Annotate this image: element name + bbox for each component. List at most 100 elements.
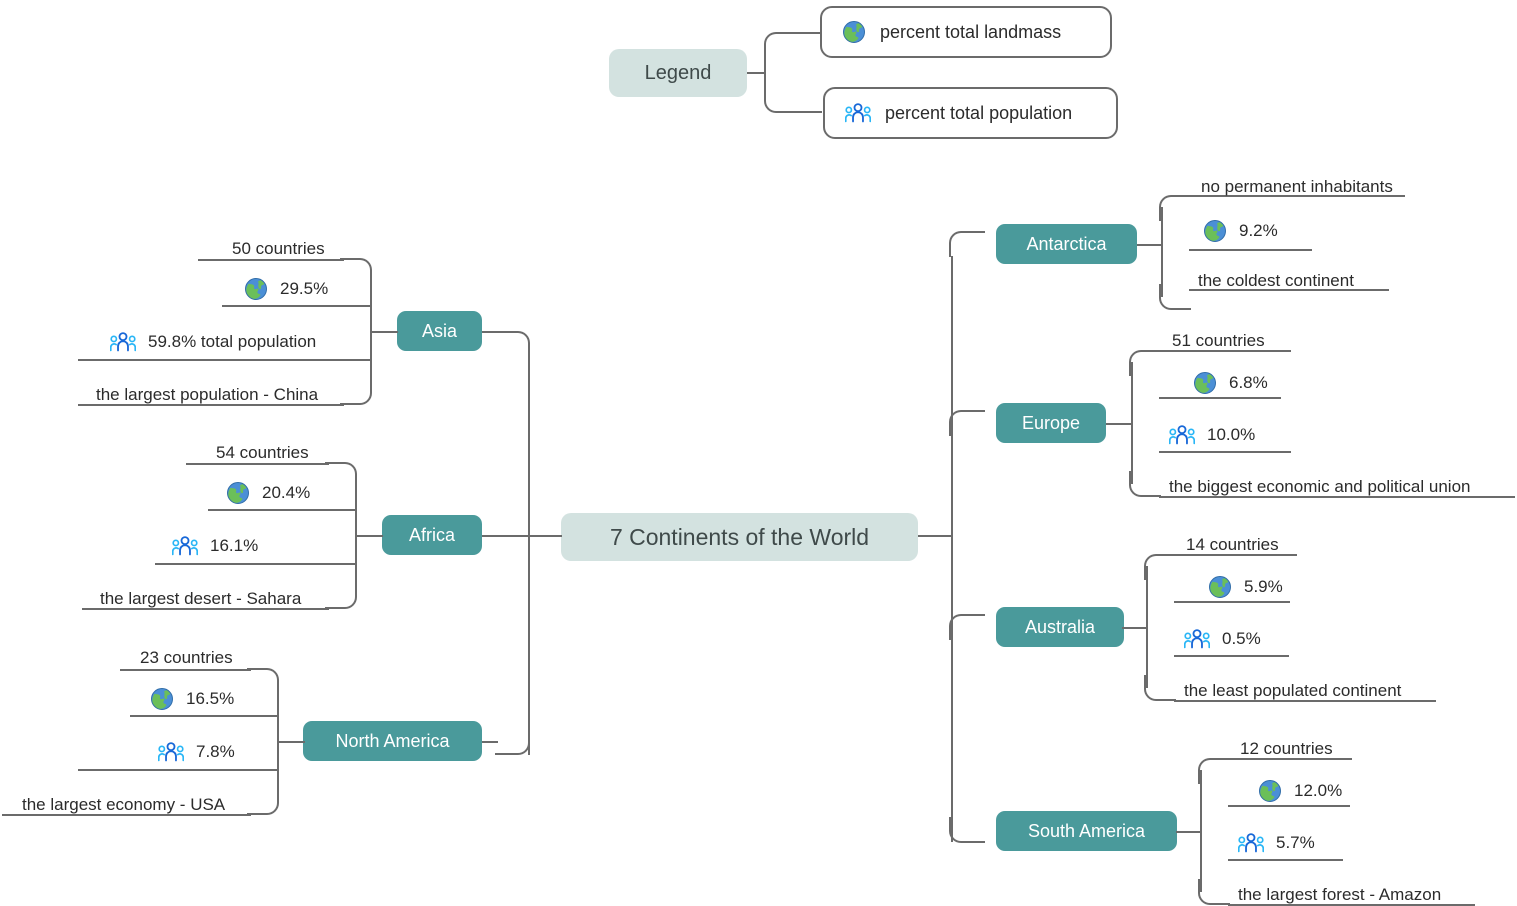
branch-node-south-america-label: South America (1027, 820, 1146, 841)
branch-node-asia[interactable]: Asia (397, 311, 482, 351)
mindmap-canvas: Legend percent total landmass percent to… (0, 0, 1517, 906)
australia-leaf-1[interactable]: 5.9% (1208, 570, 1283, 604)
globe-icon (1193, 371, 1217, 395)
australia-leaf-3[interactable]: the least populated continent (1184, 674, 1401, 708)
globe-icon (150, 687, 174, 711)
people-icon (157, 742, 185, 762)
africa-leaf-1[interactable]: 20.4% (226, 476, 310, 510)
southamerica-leaf-1-label: 12.0% (1294, 781, 1343, 800)
antarctica-leaf-2[interactable]: the coldest continent (1198, 264, 1354, 298)
root-right-stem (918, 535, 952, 537)
antarctica-leaf-underline-1 (1189, 249, 1312, 251)
europe-leaf-elbow-bottom (1129, 471, 1161, 497)
africa-leaf-2[interactable]: 16.1% (171, 529, 258, 563)
africa-leaf-0-label: 54 countries (216, 443, 309, 462)
people-icon (1168, 425, 1196, 445)
branch-node-africa-label: Africa (408, 524, 455, 545)
antarctica-leaf-1[interactable]: 9.2% (1203, 214, 1278, 248)
southamerica-leaf-1[interactable]: 12.0% (1258, 774, 1342, 808)
root-node[interactable]: 7 Continents of the World (561, 513, 918, 561)
left-branch-stem-africa (482, 535, 528, 537)
northamerica-leaf-underline-2 (78, 769, 279, 771)
antarctica-leaf-0-label: no permanent inhabitants (1201, 177, 1393, 196)
antarctica-leaf-0[interactable]: no permanent inhabitants (1201, 170, 1393, 204)
europe-leaf-1[interactable]: 6.8% (1193, 366, 1268, 400)
left-trunk-elbow-top (495, 331, 530, 357)
people-icon (109, 332, 137, 352)
southamerica-leaf-3[interactable]: the largest forest - Amazon (1238, 878, 1441, 906)
northamerica-leaf-3[interactable]: the largest economy - USA (22, 788, 225, 822)
right-trunk-elbow-bottom (949, 817, 985, 843)
southamerica-leaf-stem (1176, 831, 1202, 833)
legend-item-population[interactable]: percent total population (823, 87, 1118, 139)
australia-leaf-2-label: 0.5% (1222, 629, 1261, 648)
northamerica-leaf-1-label: 16.5% (186, 689, 235, 708)
people-icon (1183, 629, 1211, 649)
globe-icon (1208, 575, 1232, 599)
northamerica-leaf-0[interactable]: 23 countries (140, 641, 233, 675)
europe-leaf-2[interactable]: 10.0% (1168, 418, 1256, 452)
asia-leaf-0-label: 50 countries (232, 239, 325, 258)
southamerica-leaf-0[interactable]: 12 countries (1240, 732, 1333, 766)
australia-leaf-stem (1122, 627, 1148, 629)
europe-leaf-0[interactable]: 51 countries (1172, 324, 1265, 358)
africa-leaf-3[interactable]: the largest desert - Sahara (100, 582, 301, 616)
africa-leaf-3-label: the largest desert - Sahara (100, 589, 302, 608)
northamerica-leaf-2[interactable]: 7.8% (157, 735, 235, 769)
branch-node-asia-label: Asia (421, 320, 457, 341)
europe-leaf-1-label: 6.8% (1229, 373, 1268, 392)
southamerica-leaf-elbow-top (1198, 758, 1230, 784)
branch-node-antarctica[interactable]: Antarctica (996, 224, 1137, 264)
branch-node-africa[interactable]: Africa (382, 515, 482, 555)
root-node-label: 7 Continents of the World (609, 523, 870, 550)
antarctica-leaf-stem (1137, 244, 1163, 246)
northamerica-leaf-stem (277, 741, 305, 743)
antarctica-leaf-2-label: the coldest continent (1198, 271, 1354, 290)
africa-leaf-1-label: 20.4% (262, 483, 311, 502)
antarctica-leaf-elbow-bottom (1159, 284, 1191, 310)
legend-item-landmass[interactable]: percent total landmass (820, 6, 1112, 58)
people-icon (844, 103, 872, 123)
asia-leaf-elbow-top (340, 258, 372, 284)
europe-leaf-elbow-top (1129, 350, 1161, 376)
right-trunk-elbow-europe (949, 410, 985, 436)
europe-leaf-2-label: 10.0% (1207, 425, 1256, 444)
southamerica-leaf-3-label: the largest forest - Amazon (1238, 885, 1442, 904)
northamerica-leaf-elbow-bottom (247, 789, 279, 815)
asia-leaf-2-label: 59.8% total population (148, 332, 317, 351)
branch-node-south-america[interactable]: South America (996, 811, 1177, 851)
globe-icon (842, 20, 866, 44)
globe-icon (1203, 219, 1227, 243)
australia-leaf-elbow-bottom (1144, 675, 1176, 701)
asia-leaf-1[interactable]: 29.5% (244, 272, 328, 306)
africa-leaf-stem (355, 535, 383, 537)
asia-leaf-3-label: the largest population - China (96, 385, 319, 404)
africa-leaf-elbow-bottom (325, 583, 357, 609)
right-trunk-elbow-top (949, 231, 985, 257)
southamerica-leaf-2[interactable]: 5.7% (1237, 826, 1315, 860)
left-branch-stem-asia (482, 331, 498, 333)
branch-node-europe-label: Europe (1021, 412, 1081, 433)
australia-leaf-0[interactable]: 14 countries (1186, 528, 1279, 562)
legend-item-landmass-label: percent total landmass (880, 21, 1062, 42)
left-trunk-elbow-bottom (495, 729, 530, 755)
northamerica-leaf-elbow-top (247, 668, 279, 694)
legend-title-label: Legend (644, 61, 712, 84)
branch-node-europe[interactable]: Europe (996, 403, 1106, 443)
legend-title-node[interactable]: Legend (609, 49, 747, 97)
legend-stem-line (747, 72, 765, 74)
asia-leaf-0[interactable]: 50 countries (232, 232, 325, 266)
australia-leaf-1-label: 5.9% (1244, 577, 1283, 596)
branch-node-australia[interactable]: Australia (996, 607, 1124, 647)
asia-leaf-elbow-bottom (340, 379, 372, 405)
europe-leaf-3[interactable]: the biggest economic and political union (1169, 470, 1470, 504)
australia-leaf-0-label: 14 countries (1186, 535, 1279, 554)
africa-leaf-0[interactable]: 54 countries (216, 436, 309, 470)
australia-leaf-2[interactable]: 0.5% (1183, 622, 1261, 656)
northamerica-leaf-1[interactable]: 16.5% (150, 682, 234, 716)
branch-node-north-america[interactable]: North America (303, 721, 482, 761)
asia-leaf-2[interactable]: 59.8% total population (109, 325, 317, 359)
southamerica-leaf-elbow-bottom (1198, 879, 1230, 905)
asia-leaf-3[interactable]: the largest population - China (96, 378, 318, 412)
northamerica-leaf-0-label: 23 countries (140, 648, 233, 667)
